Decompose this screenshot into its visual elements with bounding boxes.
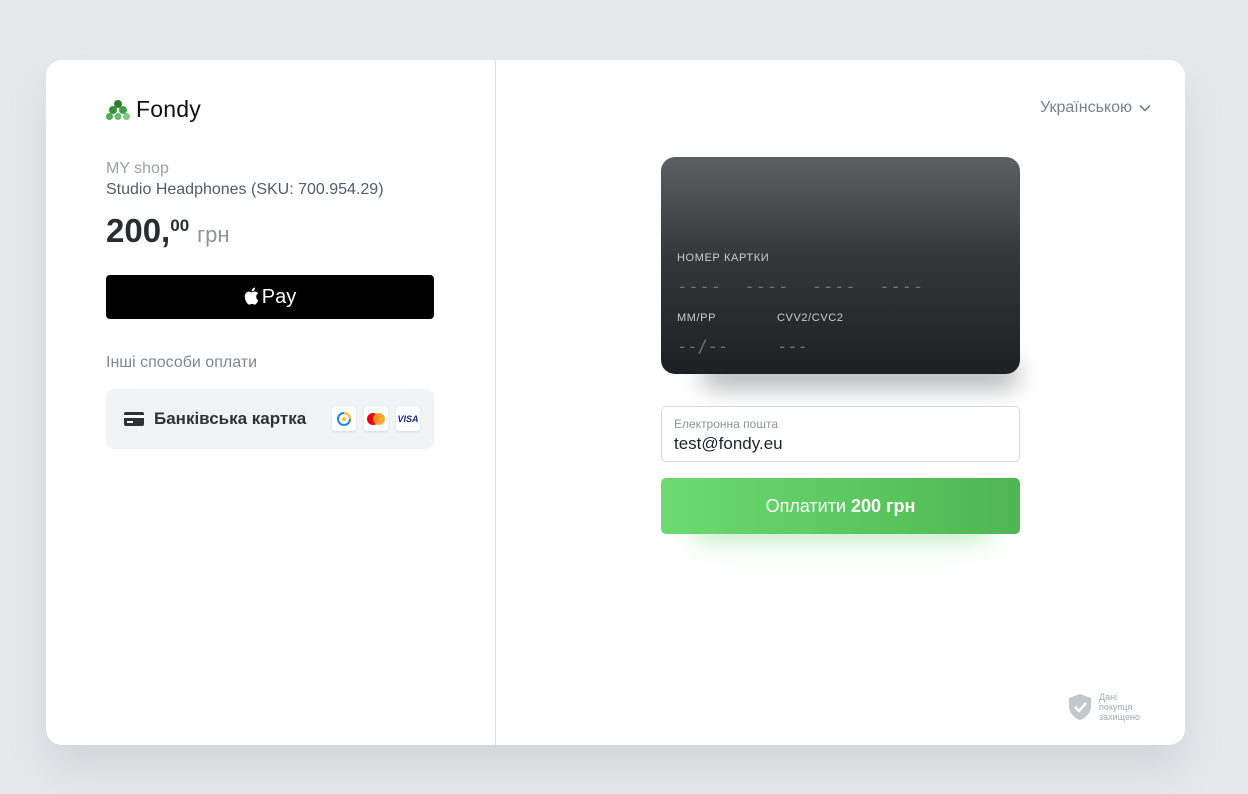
apple-pay-label: Pay — [261, 285, 297, 308]
other-methods-title: Інші способи оплати — [106, 354, 258, 371]
credit-card-icon — [124, 412, 144, 426]
security-text: Дані покупця захищено — [1099, 692, 1140, 722]
amount-integer: 200, — [106, 212, 171, 249]
apple-pay-button[interactable]: Pay — [106, 275, 434, 319]
card-number-input[interactable] — [677, 277, 1007, 297]
pay-button-amount: 200 грн — [851, 495, 916, 516]
fondy-logo-icon — [106, 99, 130, 120]
order-amount: 200, 00 грн — [106, 212, 230, 250]
bank-card-label: Банківська картка — [154, 409, 307, 428]
card-brand-badges: VISA — [324, 407, 420, 431]
expiry-input[interactable] — [677, 337, 757, 357]
shop-name: MY shop — [106, 160, 169, 177]
visa-text: VISA — [397, 414, 419, 424]
card-number-label: НОМЕР КАРТКИ — [677, 252, 770, 264]
cvv-label: CVV2/CVC2 — [777, 312, 844, 324]
pay-button-prefix: Оплатити — [765, 495, 852, 516]
security-badge: Дані покупця захищено — [1068, 692, 1149, 722]
checkout-window: Fondy MY shop Studio Headphones (SKU: 70… — [46, 60, 1185, 745]
visa-icon: VISA — [396, 407, 420, 431]
language-selector[interactable]: Українською — [1040, 99, 1151, 117]
pay-button[interactable]: Оплатити 200 грн — [661, 478, 1020, 534]
fondy-logo: Fondy — [106, 96, 201, 123]
amount-currency: грн — [197, 222, 230, 247]
credit-card-form: НОМЕР КАРТКИ ММ/РР CVV2/CVC2 — [661, 157, 1020, 374]
payment-panel: Українською НОМЕР КАРТКИ ММ/РР CVV2/CVC2… — [496, 60, 1185, 745]
expiry-label: ММ/РР — [677, 312, 717, 324]
chevron-down-icon — [1139, 104, 1151, 112]
email-field[interactable]: Електронна пошта — [661, 406, 1020, 462]
order-panel: Fondy MY shop Studio Headphones (SKU: 70… — [46, 60, 496, 745]
amount-decimal: 00 — [170, 216, 190, 235]
email-input[interactable] — [674, 434, 1004, 454]
product-description: Studio Headphones (SKU: 700.954.29) — [106, 181, 384, 198]
prostir-icon — [332, 407, 356, 431]
brand-name: Fondy — [136, 96, 201, 122]
shield-check-icon — [1069, 694, 1091, 720]
mastercard-icon — [364, 407, 388, 431]
language-label: Українською — [1040, 99, 1132, 116]
email-label: Електронна пошта — [674, 417, 779, 431]
cvv-input[interactable] — [777, 337, 837, 357]
bank-card-method[interactable]: Банківська картка VISA — [106, 389, 434, 449]
apple-icon — [244, 287, 258, 305]
